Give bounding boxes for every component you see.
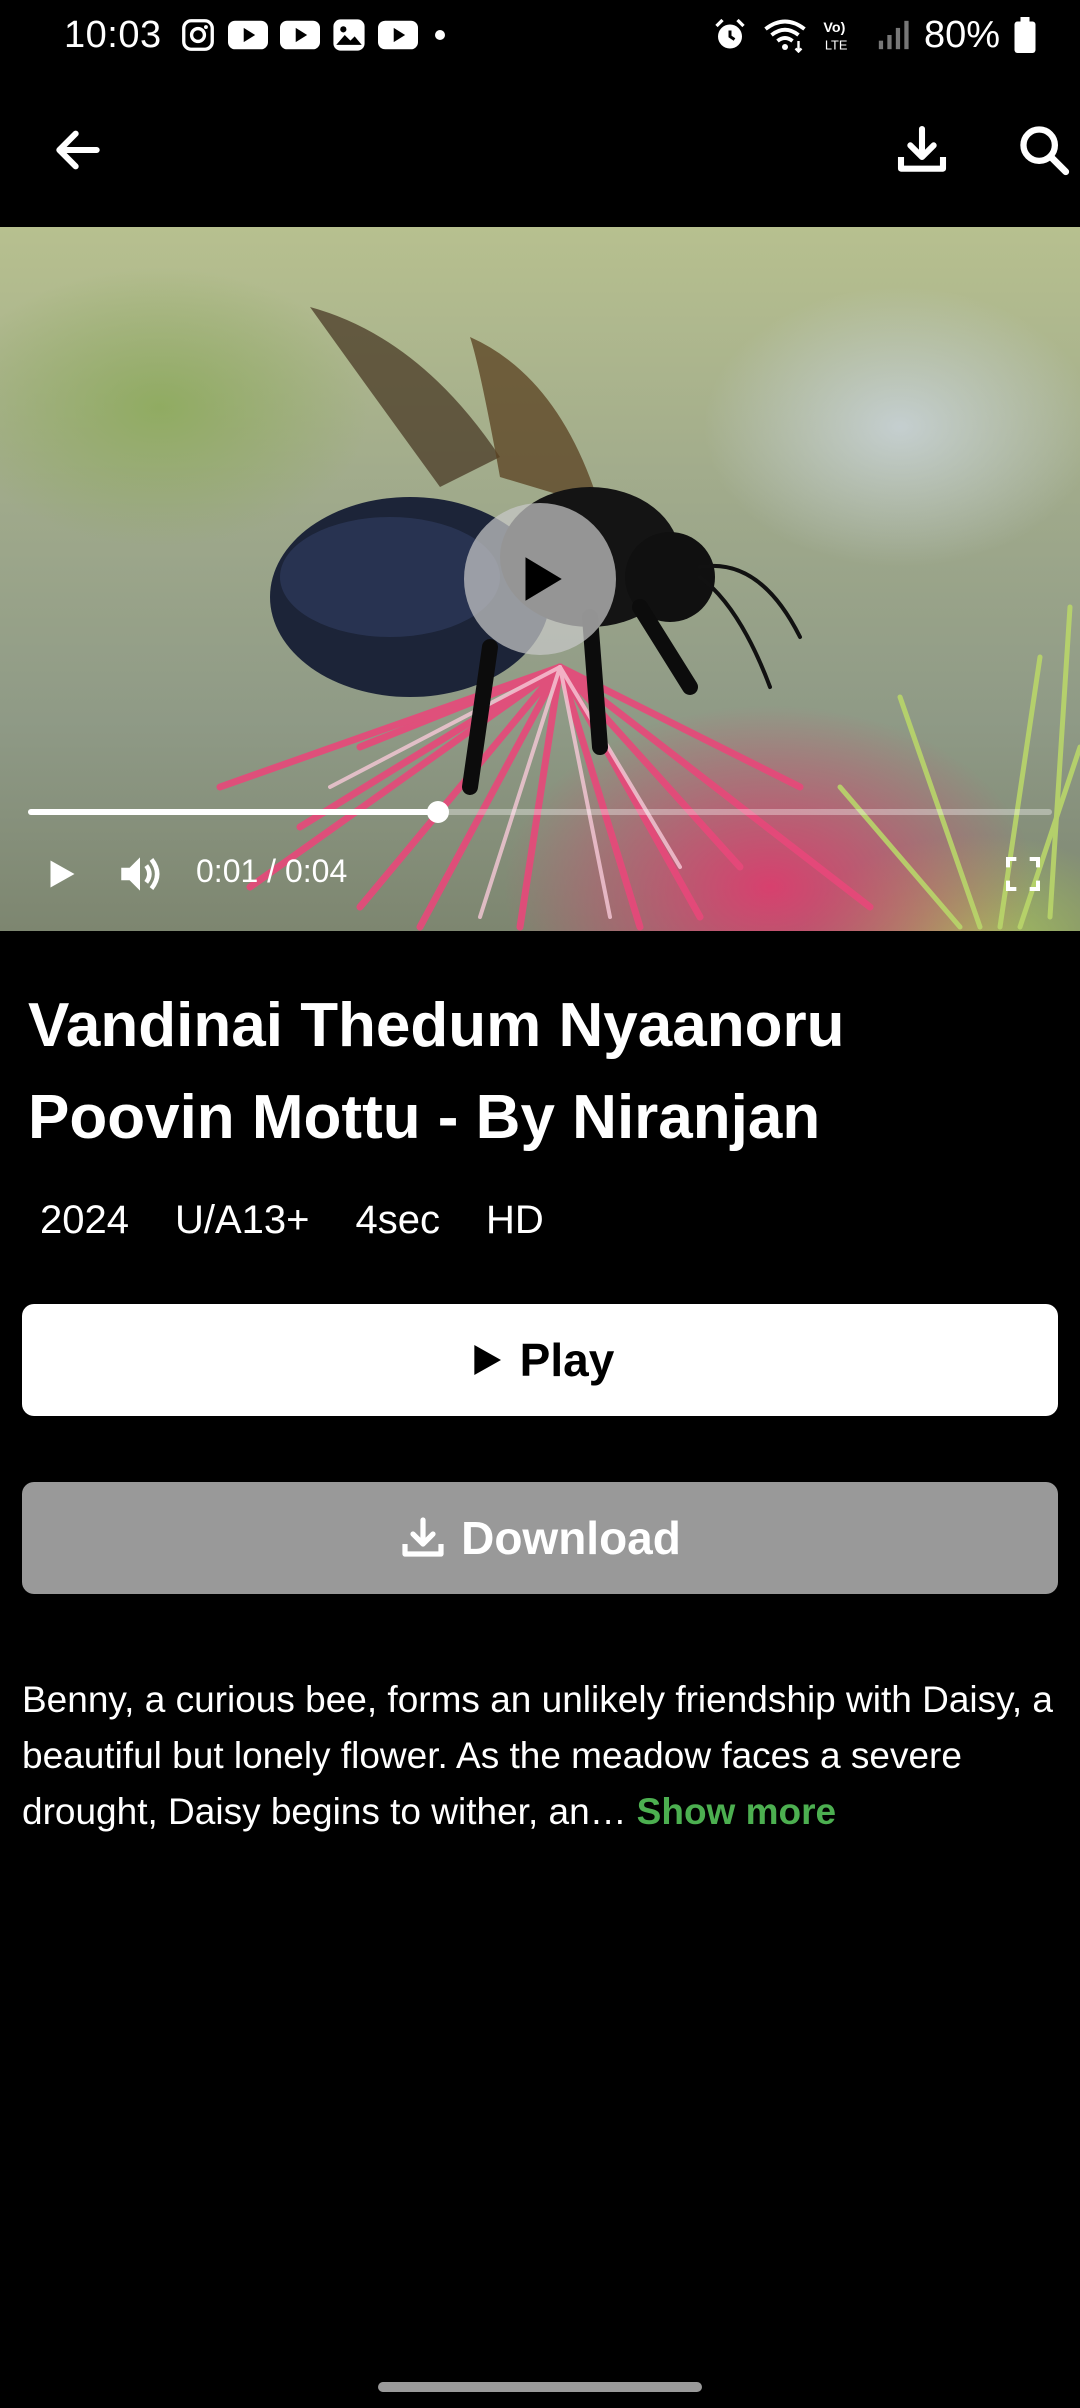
description: Benny, a curious bee, forms an unlikely … <box>22 1672 1062 1840</box>
release-year: 2024 <box>40 1198 129 1242</box>
screen: 10:03 Vo) LTE 80% 0:01 / 0:04 Vandinai T… <box>0 0 1080 2408</box>
download-icon <box>897 125 947 172</box>
top-app-bar <box>0 90 1080 210</box>
play-main-button[interactable]: Play <box>22 1304 1058 1416</box>
play-button[interactable] <box>36 849 86 899</box>
progress-fill <box>28 809 438 815</box>
dot-icon <box>430 25 450 45</box>
progress-thumb[interactable] <box>426 801 449 823</box>
play-icon <box>50 860 75 888</box>
download-icon <box>402 1517 444 1557</box>
center-play-button[interactable] <box>464 503 616 655</box>
search-button[interactable] <box>1006 112 1080 188</box>
system-icons: Vo) LTE 80% <box>712 14 1036 57</box>
download-top-button[interactable] <box>884 112 960 188</box>
alarm-icon <box>712 17 748 53</box>
youtube-icon <box>377 20 418 50</box>
volume-button[interactable] <box>112 847 168 901</box>
notification-icons <box>180 17 450 53</box>
battery-percent: 80% <box>923 13 1000 56</box>
search-icon <box>1020 126 1070 176</box>
quality-badge: HD <box>486 1198 544 1242</box>
signal-icon <box>876 18 910 52</box>
video-title: Vandinai Thedum Nyaanoru Poovin Mottu - … <box>28 991 845 1152</box>
status-bar: 10:03 Vo) LTE 80% <box>0 0 1080 70</box>
instagram-icon <box>180 17 216 53</box>
play-button-label: Play <box>519 1334 615 1386</box>
playback-time: 0:01 / 0:04 <box>196 853 348 889</box>
status-time: 10:03 <box>64 13 162 56</box>
age-rating: U/A13+ <box>174 1198 310 1242</box>
back-arrow-icon <box>56 130 100 170</box>
gesture-nav-handle[interactable] <box>378 2382 702 2392</box>
video-player[interactable]: 0:01 / 0:04 <box>0 227 1080 931</box>
show-more-link[interactable]: Show more <box>637 1791 836 1832</box>
volume-icon <box>121 857 160 891</box>
duration: 4sec <box>355 1198 441 1242</box>
play-icon <box>525 557 562 601</box>
gallery-icon <box>332 18 366 52</box>
meta-info: 2024 U/A13+ 4sec HD <box>40 1198 590 1243</box>
back-button[interactable] <box>40 112 116 188</box>
download-main-button[interactable]: Download <box>22 1482 1058 1594</box>
progress-bar[interactable] <box>28 801 1052 823</box>
wifi-icon <box>762 17 808 53</box>
play-icon <box>474 1345 501 1375</box>
download-button-label: Download <box>461 1512 681 1564</box>
battery-icon <box>1014 17 1036 53</box>
svg-text:Vo): Vo) <box>823 20 845 36</box>
fullscreen-icon <box>1006 857 1040 891</box>
fullscreen-button[interactable] <box>998 849 1048 899</box>
volte-icon: Vo) LTE <box>822 17 862 53</box>
youtube-icon <box>279 20 320 50</box>
description-text: Benny, a curious bee, forms an unlikely … <box>22 1679 1054 1832</box>
svg-text:LTE: LTE <box>825 37 848 52</box>
video-controls: 0:01 / 0:04 <box>0 839 1080 909</box>
youtube-icon <box>227 20 268 50</box>
